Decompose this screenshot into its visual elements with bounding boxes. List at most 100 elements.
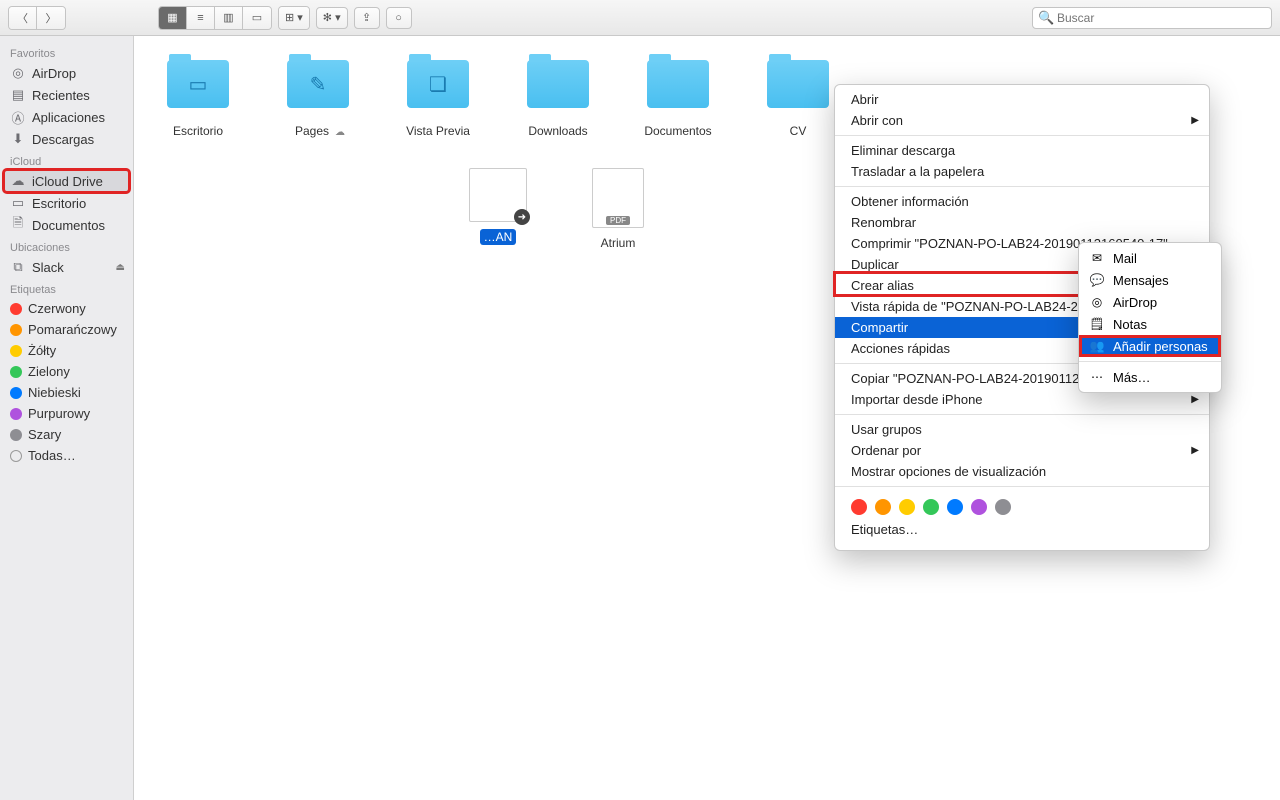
ctx-use-groups[interactable]: Usar grupos — [835, 419, 1209, 440]
documents-icon: 🗎 — [10, 217, 26, 233]
content-area: ▭Escritorio ✎Pages☁ ❏Vista Previa Downlo… — [134, 36, 1280, 800]
tag-color-button[interactable] — [923, 499, 939, 515]
tag-color-button[interactable] — [971, 499, 987, 515]
file-item[interactable]: PDFAtrium — [578, 168, 658, 252]
arrange-button[interactable]: ⊞ ▾ — [279, 7, 309, 29]
sidebar-item-applications[interactable]: ⒶAplicaciones — [0, 106, 133, 128]
separator — [835, 414, 1209, 415]
airdrop-icon: ◎ — [1089, 294, 1105, 310]
file-item-selected[interactable]: ➜…AN — [458, 168, 538, 252]
list-view-button[interactable]: ≡ — [187, 7, 215, 29]
separator — [1079, 361, 1221, 362]
image-thumb-icon: ➜ — [469, 168, 527, 222]
airdrop-icon: ◎ — [10, 65, 26, 81]
toolbar: 〈 〉 ▦ ≡ ▥ ▭ ⊞ ▾ ✻ ▾ ⇪ ○ 🔍 — [0, 0, 1280, 36]
sidebar-tag-green[interactable]: Zielony — [0, 361, 133, 382]
sidebar: Favoritos ◎AirDrop ▤Recientes ⒶAplicacio… — [0, 36, 134, 800]
cloud-status-icon: ☁ — [335, 127, 345, 138]
share-notes[interactable]: 🗒Notas — [1079, 313, 1221, 335]
sidebar-item-slack[interactable]: ⧉Slack⏏ — [0, 256, 133, 278]
favorites-header: Favoritos — [0, 42, 133, 62]
icloud-header: iCloud — [0, 150, 133, 170]
forward-button[interactable]: 〉 — [37, 7, 65, 29]
icon-view-button[interactable]: ▦ — [159, 7, 187, 29]
search-input[interactable] — [1032, 7, 1272, 29]
search-field[interactable]: 🔍 — [1032, 7, 1272, 29]
file-item[interactable]: Documentos — [638, 54, 718, 140]
folder-icon: ❏ — [407, 60, 469, 108]
tag-color-button[interactable] — [995, 499, 1011, 515]
tag-dot-icon — [10, 324, 22, 336]
separator — [835, 186, 1209, 187]
file-item[interactable]: ▭Escritorio — [158, 54, 238, 140]
arrange-group: ⊞ ▾ — [278, 6, 310, 30]
ctx-get-info[interactable]: Obtener información — [835, 191, 1209, 212]
sidebar-tag-orange[interactable]: Pomarańczowy — [0, 319, 133, 340]
tag-color-button[interactable] — [947, 499, 963, 515]
sidebar-tag-yellow[interactable]: Żółty — [0, 340, 133, 361]
tags-header: Etiquetas — [0, 278, 133, 298]
share-mail[interactable]: ✉Mail — [1079, 247, 1221, 269]
folder-icon — [647, 60, 709, 108]
tag-dot-icon — [10, 429, 22, 441]
ctx-sort-by[interactable]: Ordenar por▶ — [835, 440, 1209, 461]
share-badge-icon: ➜ — [514, 209, 530, 225]
sidebar-item-documents[interactable]: 🗎Documentos — [0, 214, 133, 236]
share-add-people[interactable]: 👥Añadir personas — [1079, 335, 1221, 357]
ctx-tags[interactable]: Etiquetas… — [835, 519, 1209, 540]
ctx-remove-download[interactable]: Eliminar descarga — [835, 140, 1209, 161]
tags-button[interactable]: ○ — [386, 7, 412, 29]
share-more[interactable]: ⋯Más… — [1079, 366, 1221, 388]
file-item[interactable]: CV — [758, 54, 838, 140]
sidebar-item-desktop[interactable]: ▭Escritorio — [0, 192, 133, 214]
ctx-trash[interactable]: Trasladar a la papelera — [835, 161, 1209, 182]
disk-icon: ⧉ — [10, 259, 26, 275]
tag-dot-icon — [10, 345, 22, 357]
tag-color-button[interactable] — [899, 499, 915, 515]
column-view-button[interactable]: ▥ — [215, 7, 243, 29]
sidebar-tag-all[interactable]: Todas… — [0, 445, 133, 466]
chevron-right-icon: ▶ — [1191, 394, 1199, 405]
tag-dot-icon — [10, 366, 22, 378]
recents-icon: ▤ — [10, 87, 26, 103]
view-mode-group: ▦ ≡ ▥ ▭ — [158, 6, 272, 30]
mail-icon: ✉ — [1089, 250, 1105, 266]
folder-icon: ▭ — [167, 60, 229, 108]
folder-icon — [527, 60, 589, 108]
eject-icon[interactable]: ⏏ — [116, 262, 125, 273]
action-menu-button[interactable]: ✻ ▾ — [316, 7, 348, 29]
share-button[interactable]: ⇪ — [354, 7, 380, 29]
gallery-view-button[interactable]: ▭ — [243, 7, 271, 29]
sidebar-item-recents[interactable]: ▤Recientes — [0, 84, 133, 106]
tag-color-button[interactable] — [851, 499, 867, 515]
more-icon: ⋯ — [1089, 369, 1105, 385]
file-item[interactable]: Downloads — [518, 54, 598, 140]
sidebar-tag-red[interactable]: Czerwony — [0, 298, 133, 319]
folder-icon — [767, 60, 829, 108]
sidebar-item-downloads[interactable]: ⬇Descargas — [0, 128, 133, 150]
back-button[interactable]: 〈 — [9, 7, 37, 29]
applications-icon: Ⓐ — [10, 109, 26, 125]
share-messages[interactable]: 💬Mensajes — [1079, 269, 1221, 291]
tag-dot-icon — [10, 387, 22, 399]
sidebar-tag-gray[interactable]: Szary — [0, 424, 133, 445]
file-item[interactable]: ❏Vista Previa — [398, 54, 478, 140]
ctx-rename[interactable]: Renombrar — [835, 212, 1209, 233]
separator — [835, 135, 1209, 136]
file-item[interactable]: ✎Pages☁ — [278, 54, 358, 140]
tag-dot-icon — [10, 303, 22, 315]
sidebar-item-iclouddrive[interactable]: ☁iCloud Drive — [4, 170, 129, 192]
desktop-icon: ▭ — [10, 195, 26, 211]
share-airdrop[interactable]: ◎AirDrop — [1079, 291, 1221, 313]
pdf-badge: PDF — [606, 216, 630, 225]
ctx-open[interactable]: Abrir — [835, 89, 1209, 110]
ctx-view-options[interactable]: Mostrar opciones de visualización — [835, 461, 1209, 482]
nav-buttons: 〈 〉 — [8, 6, 66, 30]
sidebar-tag-purple[interactable]: Purpurowy — [0, 403, 133, 424]
ctx-open-with[interactable]: Abrir con▶ — [835, 110, 1209, 131]
sidebar-item-airdrop[interactable]: ◎AirDrop — [0, 62, 133, 84]
tag-color-button[interactable] — [875, 499, 891, 515]
locations-header: Ubicaciones — [0, 236, 133, 256]
sidebar-tag-blue[interactable]: Niebieski — [0, 382, 133, 403]
search-icon: 🔍 — [1038, 10, 1054, 26]
